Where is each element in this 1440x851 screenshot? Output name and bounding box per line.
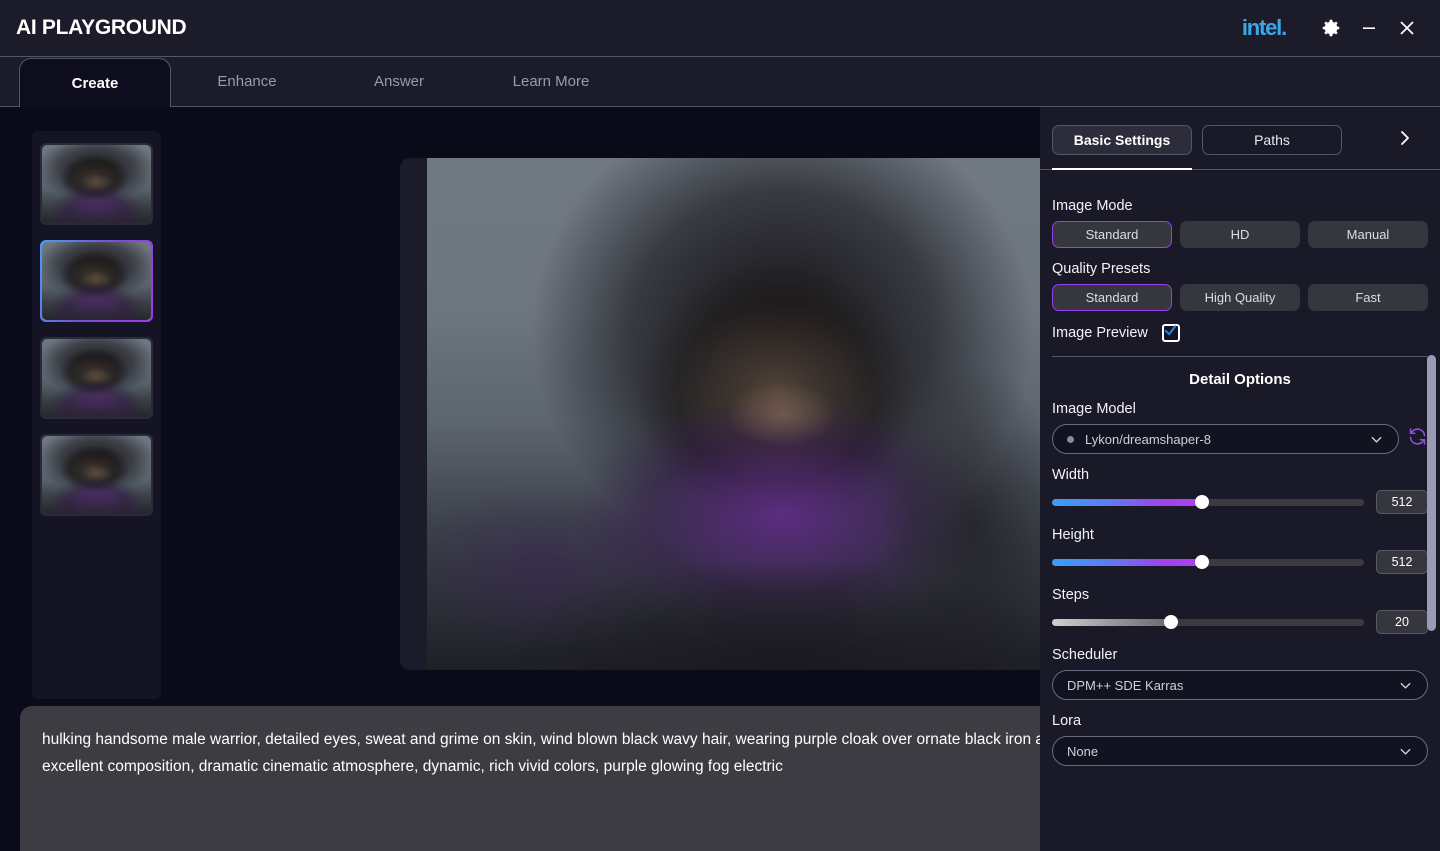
settings-panel-header: Basic Settings Paths (1040, 107, 1440, 155)
tab-label: Create (72, 75, 119, 92)
image-model-label: Image Model (1052, 401, 1428, 417)
scheduler-value: DPM++ SDE Karras (1067, 678, 1398, 693)
settings-header-divider (1040, 169, 1440, 170)
thumbnail-image (42, 242, 151, 320)
height-slider[interactable] (1052, 559, 1364, 566)
height-label: Height (1052, 527, 1428, 543)
tab-answer[interactable]: Answer (323, 57, 475, 106)
intel-logo: intel. (1242, 15, 1286, 41)
image-mode-standard[interactable]: Standard (1052, 221, 1172, 248)
lora-value: None (1067, 744, 1398, 759)
thumbnail-item-2[interactable] (40, 240, 153, 322)
detail-options-title: Detail Options (1052, 371, 1428, 388)
steps-value[interactable]: 20 (1376, 610, 1428, 634)
image-model-value: Lykon/dreamshaper-8 (1085, 432, 1369, 447)
steps-slider[interactable] (1052, 619, 1364, 626)
settings-body: Image Mode Standard HD Manual Quality Pr… (1040, 185, 1440, 851)
tab-label: Basic Settings (1074, 132, 1170, 148)
settings-panel: Basic Settings Paths Image Mode Standard… (1040, 107, 1440, 851)
width-slider-row: 512 (1052, 490, 1428, 514)
image-mode-label: Image Mode (1052, 198, 1428, 214)
generated-image-frame (427, 158, 1062, 670)
image-preview-checkbox[interactable] (1162, 324, 1180, 342)
generated-image-panel[interactable] (400, 158, 1062, 670)
tab-create[interactable]: Create (19, 58, 171, 107)
thumbnail-rail (32, 131, 161, 699)
quality-preset-standard[interactable]: Standard (1052, 284, 1172, 311)
image-preview-label: Image Preview (1052, 325, 1148, 341)
thumbnail-item-3[interactable] (40, 337, 153, 419)
tab-basic-settings[interactable]: Basic Settings (1052, 125, 1192, 155)
tab-enhance[interactable]: Enhance (171, 57, 323, 106)
lora-label: Lora (1052, 713, 1428, 729)
close-button[interactable] (1388, 9, 1426, 47)
tab-label: Learn More (513, 73, 590, 90)
lora-select[interactable]: None (1052, 736, 1428, 766)
quality-preset-fast[interactable]: Fast (1308, 284, 1428, 311)
scheduler-select[interactable]: DPM++ SDE Karras (1052, 670, 1428, 700)
close-icon (1396, 17, 1418, 39)
settings-divider (1052, 356, 1428, 357)
height-value[interactable]: 512 (1376, 550, 1428, 574)
app-title: AI PLAYGROUND (16, 16, 186, 40)
image-model-select[interactable]: Lykon/dreamshaper-8 (1052, 424, 1399, 454)
width-slider[interactable] (1052, 499, 1364, 506)
width-value[interactable]: 512 (1376, 490, 1428, 514)
image-mode-manual[interactable]: Manual (1308, 221, 1428, 248)
thumbnail-item-4[interactable] (40, 434, 153, 516)
minimize-icon (1359, 18, 1379, 38)
settings-button[interactable] (1312, 9, 1350, 47)
thumbnail-image (42, 436, 151, 514)
steps-label: Steps (1052, 587, 1428, 603)
chevron-down-icon (1398, 678, 1413, 693)
app-window: AI PLAYGROUND intel. (0, 0, 1440, 851)
chevron-down-icon (1369, 432, 1384, 447)
refresh-icon (1407, 426, 1428, 452)
tab-label: Answer (374, 73, 424, 90)
check-icon (1164, 324, 1177, 342)
title-bar: AI PLAYGROUND intel. (0, 0, 1440, 57)
image-model-row: Lykon/dreamshaper-8 (1052, 424, 1428, 454)
model-status-dot (1067, 436, 1074, 443)
scheduler-label: Scheduler (1052, 647, 1428, 663)
quality-presets-label: Quality Presets (1052, 261, 1428, 277)
chevron-right-icon (1396, 129, 1414, 152)
tab-label: Enhance (217, 73, 276, 90)
tab-learn-more[interactable]: Learn More (475, 57, 627, 106)
minimize-button[interactable] (1350, 9, 1388, 47)
gear-icon (1320, 17, 1342, 39)
window-controls: intel. (1242, 9, 1440, 47)
image-preview-row: Image Preview (1052, 324, 1428, 342)
width-slider-knob[interactable] (1195, 495, 1209, 509)
main-tabs: Create Enhance Answer Learn More (0, 57, 1440, 107)
tab-label: Paths (1254, 132, 1290, 148)
image-mode-options: Standard HD Manual (1052, 221, 1428, 248)
thumbnail-item-1[interactable] (40, 143, 153, 225)
generated-image (427, 158, 1062, 670)
image-mode-hd[interactable]: HD (1180, 221, 1300, 248)
steps-slider-row: 20 (1052, 610, 1428, 634)
width-label: Width (1052, 467, 1428, 483)
tab-paths[interactable]: Paths (1202, 125, 1342, 155)
steps-slider-knob[interactable] (1164, 615, 1178, 629)
chevron-down-icon (1398, 744, 1413, 759)
refresh-models-button[interactable] (1407, 426, 1428, 452)
thumbnail-image (42, 339, 151, 417)
height-slider-row: 512 (1052, 550, 1428, 574)
quality-presets-options: Standard High Quality Fast (1052, 284, 1428, 311)
quality-preset-high-quality[interactable]: High Quality (1180, 284, 1300, 311)
height-slider-knob[interactable] (1195, 555, 1209, 569)
thumbnail-image (42, 145, 151, 223)
collapse-panel-button[interactable] (1396, 129, 1414, 152)
settings-scrollbar[interactable] (1427, 355, 1436, 631)
